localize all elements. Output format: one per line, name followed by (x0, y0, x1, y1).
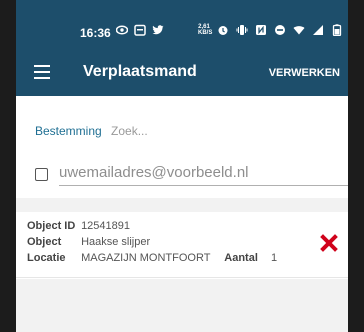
email-field[interactable] (59, 162, 348, 186)
app-bar: Verplaatsmand VERWERKEN (16, 50, 348, 96)
twitter-icon (152, 25, 164, 35)
object-id-label: Object ID (27, 220, 76, 232)
location-label: Locatie (27, 252, 66, 264)
count-label: Aantal (224, 252, 258, 264)
page-title: Verplaatsmand (83, 63, 197, 80)
location-row: Locatie MAGAZIJN MONTFOORT Aantal 1 (27, 252, 277, 264)
network-speed-indicator: 2,61 KB/S (198, 24, 213, 36)
remove-item-icon[interactable] (320, 234, 338, 252)
list-item[interactable]: Object ID 12541891 Object Haakse slijper… (16, 212, 348, 278)
empty-list-area (16, 279, 348, 332)
vibrate-icon (236, 25, 248, 35)
status-time: 16:36 (80, 26, 111, 40)
device-frame-left (0, 0, 16, 332)
destination-row: Bestemming (35, 124, 262, 138)
object-label: Object (27, 236, 62, 248)
nfc-icon (256, 25, 266, 35)
email-row (35, 160, 348, 190)
alarm-icon (218, 26, 228, 35)
wifi-icon (293, 26, 305, 35)
section-divider (16, 198, 348, 212)
hamburger-menu-icon[interactable] (34, 65, 50, 79)
object-id-row: Object ID 12541891 (27, 220, 130, 232)
do-not-disturb-icon (275, 25, 285, 35)
battery-icon (332, 24, 342, 36)
location-eye-icon (116, 25, 128, 35)
status-notification-icons (116, 24, 164, 36)
email-checkbox[interactable] (35, 168, 48, 181)
object-id-value: 12541891 (81, 220, 131, 232)
count-value: 1 (270, 252, 278, 264)
destination-search-input[interactable] (111, 124, 262, 138)
app-screen: 16:36 2,61 KB/S Verplaatsmand VERWERKEN B… (16, 0, 348, 332)
status-bar: 16:36 2,61 KB/S (16, 0, 348, 50)
signal-icon (313, 25, 323, 35)
object-value: Haakse slijper (81, 236, 151, 248)
process-button[interactable]: VERWERKEN (269, 67, 340, 79)
calendar-icon (134, 24, 146, 36)
location-value: MAGAZIJN MONTFOORT (81, 252, 211, 264)
device-frame-right (348, 0, 364, 332)
destination-label: Bestemming (35, 124, 102, 138)
object-row: Object Haakse slijper (27, 236, 150, 248)
status-system-icons: 2,61 KB/S (198, 24, 343, 36)
